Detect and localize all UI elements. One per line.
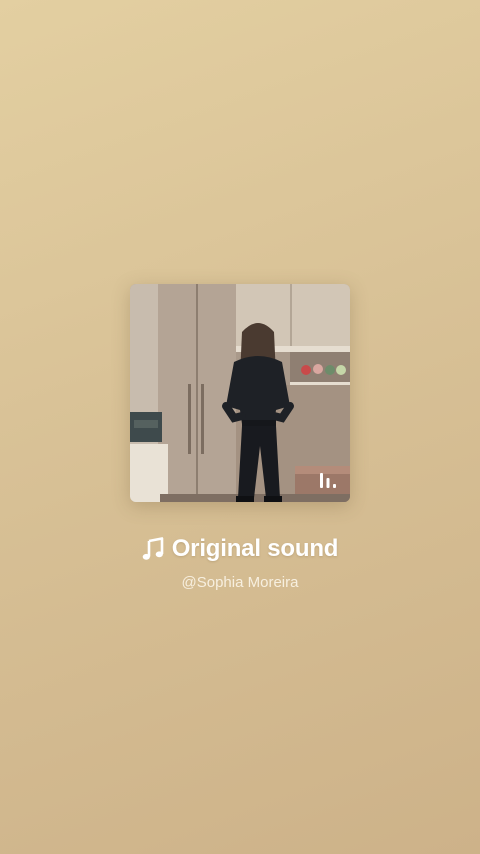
- sound-cover-image[interactable]: [130, 284, 350, 502]
- sound-author-link[interactable]: @Sophia Moreira: [0, 574, 480, 591]
- audio-bars-icon: [320, 473, 336, 488]
- music-note-icon: [142, 537, 164, 560]
- sound-title-row[interactable]: Original sound: [0, 535, 480, 563]
- cover-photo: [130, 284, 350, 502]
- sound-title: Original sound: [171, 535, 339, 562]
